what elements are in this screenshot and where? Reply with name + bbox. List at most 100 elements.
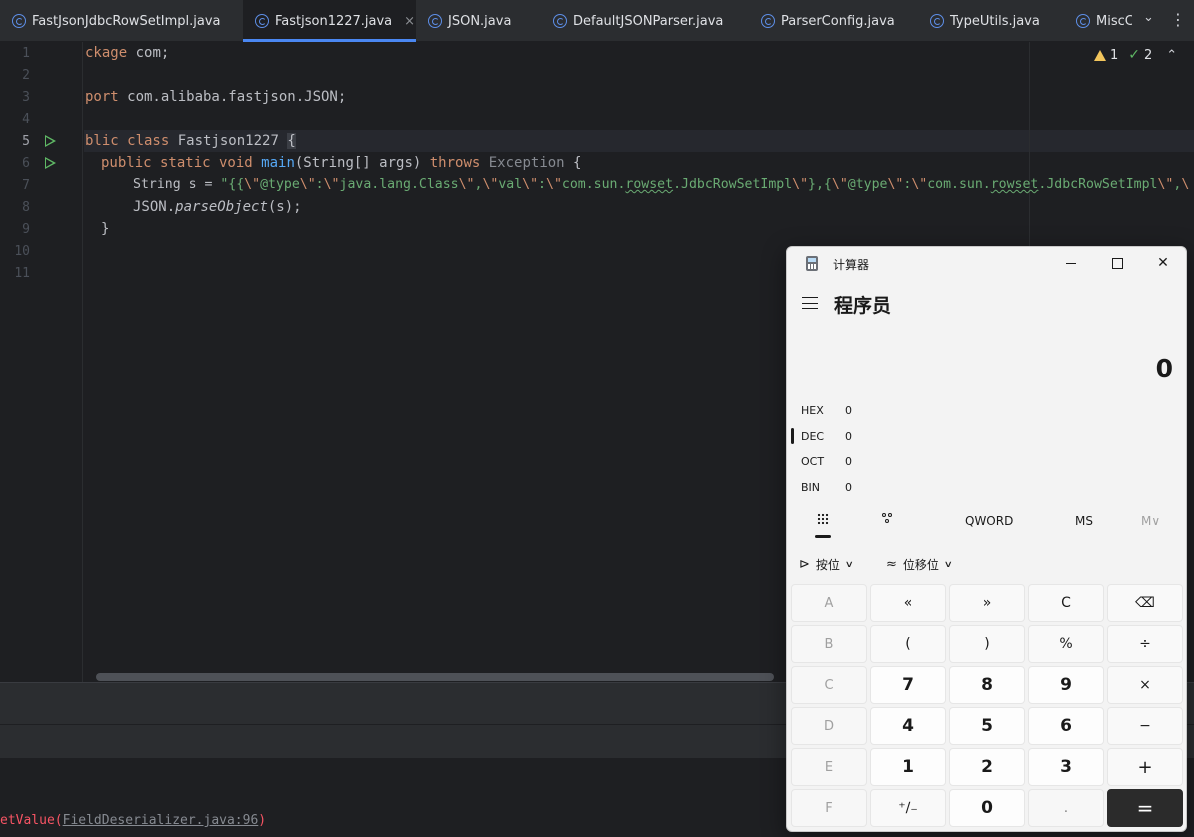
code-line-1: ckage com; [85,45,170,61]
radix-bin[interactable]: BIN 0 [801,481,852,494]
line-number: 3 [22,90,30,105]
minimize-button[interactable] [1053,251,1089,275]
navigation-menu-icon[interactable] [802,297,818,309]
calculator-app-icon [806,256,818,271]
key-hex-d[interactable]: D [791,707,867,745]
result-display: 0 [1155,354,1173,383]
radix-oct[interactable]: OCT 0 [801,455,852,468]
key-right-shift[interactable]: » [949,584,1025,622]
calculator-mode-title: 程序员 [834,295,892,317]
code-line-7: String s = "{{\"@type\":\"java.lang.Clas… [133,177,1190,192]
tab-fastjson1227[interactable]: Fastjson1227.java × [243,0,416,42]
java-class-icon [930,14,944,28]
key-hex-c[interactable]: C [791,666,867,704]
key-7[interactable]: 7 [870,666,946,704]
line-number: 8 [22,200,30,215]
tab-label: FastJsonJdbcRowSetImpl.java [32,13,221,29]
line-number: 5 [22,134,30,149]
key-6[interactable]: 6 [1028,707,1104,745]
bit-toggle-keypad-icon[interactable] [882,513,894,525]
full-keypad-icon[interactable] [817,513,829,525]
key-hex-b[interactable]: B [791,625,867,663]
key-9[interactable]: 9 [1028,666,1104,704]
tab-label: ParserConfig.java [781,13,895,29]
run-main-icon[interactable] [45,157,56,169]
tab-menu-icon[interactable]: ⋮ [1170,10,1186,29]
key-decimal[interactable]: . [1028,789,1104,827]
line-number: 2 [22,68,30,83]
key-3[interactable]: 3 [1028,748,1104,786]
code-line-5: blic class Fastjson1227 { [85,133,296,149]
tab-label: TypeUtils.java [950,13,1040,29]
check-icon: ✓ [1128,47,1141,63]
line-number: 1 [22,46,30,61]
key-4[interactable]: 4 [870,707,946,745]
tab-overflow-chevron-icon[interactable]: ⌄ [1143,10,1154,25]
tab-close-icon[interactable]: × [404,14,415,29]
right-margin-guide [1029,42,1030,247]
close-button[interactable]: ✕ [1145,251,1181,275]
key-subtract[interactable]: − [1107,707,1183,745]
key-backspace[interactable]: ⌫ [1107,584,1183,622]
key-1[interactable]: 1 [870,748,946,786]
java-class-icon [1076,14,1090,28]
key-2[interactable]: 2 [949,748,1025,786]
inspection-widget[interactable]: 1 ✓ 2 ⌃ ⌄ [1094,47,1194,63]
bit-shift-dropdown[interactable]: ≈ 位移位 ∨ [886,556,953,573]
java-class-icon [12,14,26,28]
tab-type-utils[interactable]: TypeUtils.java [930,0,1040,42]
java-class-icon [553,14,567,28]
word-size-button[interactable]: QWORD [965,514,1013,528]
key-close-paren[interactable]: ) [949,625,1025,663]
line-number: 9 [22,222,30,237]
bitwise-dropdown[interactable]: ⊳ 按位 ∨ [799,556,854,573]
line-number: 11 [14,266,30,281]
line-number: 4 [22,112,30,127]
tab-parser-config[interactable]: ParserConfig.java [761,0,895,42]
line-number: 6 [22,156,30,171]
code-line-3: port com.alibaba.fastjson.JSON; [85,89,347,105]
maximize-button[interactable] [1099,251,1135,275]
run-class-icon[interactable] [45,135,56,147]
key-5[interactable]: 5 [949,707,1025,745]
radix-hex[interactable]: HEX 0 [801,404,852,417]
key-clear[interactable]: C [1028,584,1104,622]
key-hex-f[interactable]: F [791,789,867,827]
key-divide[interactable]: ÷ [1107,625,1183,663]
stack-trace-line: etValue(FieldDeserializer.java:96) [0,813,267,828]
tab-label: JSON.java [448,13,512,29]
java-class-icon [761,14,775,28]
key-multiply[interactable]: × [1107,666,1183,704]
line-number: 7 [22,178,30,193]
key-left-shift[interactable]: « [870,584,946,622]
window-title: 计算器 [833,258,870,272]
key-hex-a[interactable]: A [791,584,867,622]
key-0[interactable]: 0 [949,789,1025,827]
java-class-icon [428,14,442,28]
horizontal-scrollbar[interactable] [96,673,774,681]
code-line-6: public static void main(String[] args) t… [101,155,582,171]
bitwise-gate-icon: ⊳ [799,557,810,572]
key-8[interactable]: 8 [949,666,1025,704]
key-open-paren[interactable]: ( [870,625,946,663]
key-modulo[interactable]: % [1028,625,1104,663]
ok-count: 2 [1144,47,1153,63]
key-add[interactable]: + [1107,748,1183,786]
line-number-gutter: 1 2 3 4 5 6 7 8 9 10 11 [0,42,83,682]
editor-tab-bar: FastJsonJdbcRowSetImpl.java Fastjson1227… [0,0,1194,42]
key-equals[interactable]: = [1107,789,1183,827]
tab-default-json-parser[interactable]: DefaultJSONParser.java [553,0,723,42]
memory-store-button[interactable]: MS [1075,514,1093,528]
tab-label: DefaultJSONParser.java [573,13,724,29]
stack-trace-link[interactable]: FieldDeserializer.java:96 [63,813,259,828]
radix-dec[interactable]: DEC 0 [801,430,852,443]
tab-misc[interactable]: MiscC [1076,0,1132,42]
tab-json[interactable]: JSON.java [428,0,511,42]
previous-highlight-icon[interactable]: ⌃ [1166,48,1177,63]
tab-fastjson-jdbc-rowset-impl[interactable]: FastJsonJdbcRowSetImpl.java [12,0,221,42]
key-hex-e[interactable]: E [791,748,867,786]
key-negate[interactable]: ⁺∕₋ [870,789,946,827]
memory-menu-button[interactable]: M∨ [1141,514,1160,528]
chevron-down-icon: ∨ [844,559,854,570]
tab-label: Fastjson1227.java [275,13,393,29]
